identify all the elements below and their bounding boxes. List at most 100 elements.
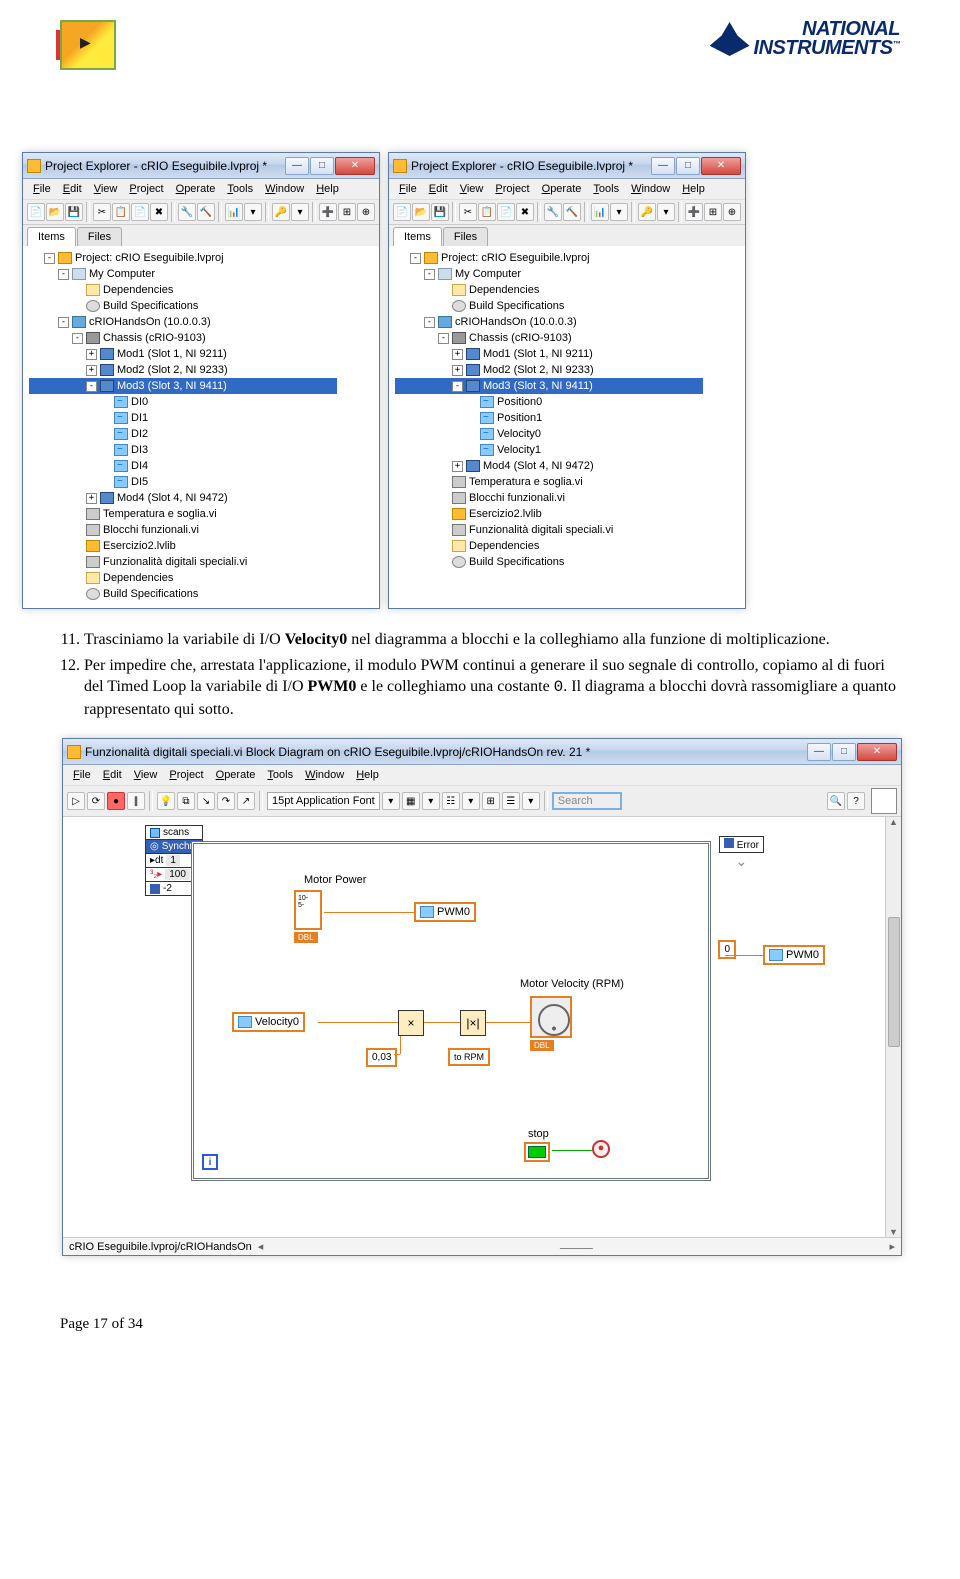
tree-item[interactable]: -Mod3 (Slot 3, NI 9411) [29,378,337,394]
tree-item[interactable]: Position0 [395,394,703,410]
tree-expander[interactable]: - [58,317,69,328]
tree-item[interactable]: Position1 [395,410,703,426]
tab-items[interactable]: Items [27,227,76,246]
highlight-button[interactable]: 💡 [157,792,175,810]
tree-item[interactable]: Velocity1 [395,442,703,458]
tree-item[interactable]: Esercizio2.lvlib [29,538,337,554]
tree-item[interactable]: Build Specifications [395,554,703,570]
tree-item[interactable]: -My Computer [29,266,337,282]
pe-menubar[interactable]: FileEditViewProjectOperateToolsWindowHel… [23,179,379,200]
menu-help[interactable]: Help [676,181,711,197]
tree-expander[interactable]: - [44,253,55,264]
menu-operate[interactable]: Operate [210,767,262,783]
toolbar-btn[interactable]: ▾ [291,203,309,221]
tree-item[interactable]: Funzionalità digitali speciali.vi [395,522,703,538]
bd-titlebar[interactable]: Funzionalità digitali speciali.vi Block … [63,739,901,765]
close-button[interactable]: ✕ [701,157,741,175]
tab-files[interactable]: Files [77,227,122,246]
tree-item[interactable]: DI3 [29,442,337,458]
tree-item[interactable]: +Mod4 (Slot 4, NI 9472) [395,458,703,474]
tree-expander[interactable]: - [424,269,435,280]
retain-button[interactable]: ⧉ [177,792,195,810]
tree-item[interactable]: DI0 [29,394,337,410]
tree-expander[interactable]: + [452,461,463,472]
font-dropdown[interactable]: ▾ [382,792,400,810]
toolbar-btn[interactable]: ▾ [657,203,675,221]
tree-item[interactable]: Dependencies [29,282,337,298]
tree-item[interactable]: DI1 [29,410,337,426]
tree-item[interactable]: Funzionalità digitali speciali.vi [29,554,337,570]
help-button[interactable]: 🔍 [827,792,845,810]
cleanup-button[interactable]: ⊞ [482,792,500,810]
toolbar-btn[interactable]: ⊞ [704,203,722,221]
toolbar-btn[interactable]: ➕ [685,203,703,221]
toolbar-btn[interactable]: 📊 [225,203,243,221]
tree-expander[interactable]: - [58,269,69,280]
toolbar-btn[interactable]: ✂ [93,203,111,221]
menu-tools[interactable]: Tools [587,181,625,197]
menu-window[interactable]: Window [299,767,350,783]
align-button[interactable]: ▦ [402,792,420,810]
tree-item[interactable]: Blocchi funzionali.vi [29,522,337,538]
pe-tabs[interactable]: ItemsFiles [23,225,379,246]
minimize-button[interactable]: — [285,157,309,175]
tree-expander[interactable]: - [86,381,97,392]
tree-item[interactable]: +Mod4 (Slot 4, NI 9472) [29,490,337,506]
tree-item[interactable]: -cRIOHandsOn (10.0.0.3) [29,314,337,330]
minimize-button[interactable]: — [807,743,831,761]
menu-edit[interactable]: Edit [97,767,128,783]
pause-button[interactable]: ∥ [127,792,145,810]
close-button[interactable]: ✕ [857,743,897,761]
toolbar-btn[interactable]: ⊕ [357,203,375,221]
tree-item[interactable]: Build Specifications [395,298,703,314]
menu-view[interactable]: View [128,767,164,783]
run-button[interactable]: ▷ [67,792,85,810]
multiply-fn[interactable]: × [398,1010,424,1036]
toolbar-btn[interactable]: 📄 [497,203,515,221]
toolbar-btn[interactable]: 📄 [393,203,411,221]
block-diagram-canvas[interactable]: scans ◎Synchro ▸dt1 ³₂▸100 -2 Error ⌄ Mo… [63,817,901,1237]
menu-window[interactable]: Window [625,181,676,197]
toolbar-btn[interactable]: 🔧 [544,203,562,221]
toolbar-btn[interactable]: 📂 [46,203,64,221]
tree-item[interactable]: -Chassis (cRIO-9103) [29,330,337,346]
tree-item[interactable]: Build Specifications [29,298,337,314]
tree-expander[interactable]: + [86,349,97,360]
toolbar-btn[interactable]: 📄 [27,203,45,221]
tree-expander[interactable]: - [452,381,463,392]
horizontal-scrollbar[interactable]: ⎼⎼⎼ [263,1240,889,1253]
tab-files[interactable]: Files [443,227,488,246]
tree-item[interactable]: +Mod2 (Slot 2, NI 9233) [29,362,337,378]
toolbar-btn[interactable]: 🔑 [272,203,290,221]
toolbar-btn[interactable]: 🔨 [563,203,581,221]
tree-expander[interactable]: - [72,333,83,344]
stop-control[interactable] [524,1142,550,1162]
menu-operate[interactable]: Operate [536,181,588,197]
toolbar-btn[interactable]: 📄 [131,203,149,221]
toolbar-btn[interactable]: 💾 [65,203,83,221]
context-help-button[interactable]: ? [847,792,865,810]
reorder-button[interactable]: ☰ [502,792,520,810]
tree-expander[interactable]: - [438,333,449,344]
tree-item[interactable]: Dependencies [395,282,703,298]
tree-item[interactable]: +Mod1 (Slot 1, NI 9211) [395,346,703,362]
menu-file[interactable]: File [67,767,97,783]
pe-titlebar[interactable]: Project Explorer - cRIO Eseguibile.lvpro… [389,153,745,179]
motor-velocity-indicator[interactable] [530,996,572,1038]
step-out-button[interactable]: ↗ [237,792,255,810]
pe-tabs[interactable]: ItemsFiles [389,225,745,246]
vi-icon[interactable] [871,788,897,814]
pe-toolbar[interactable]: 📄📂💾✂📋📄✖🔧🔨📊▾🔑▾➕⊞⊕ [389,200,745,225]
tree-item[interactable]: -Mod3 (Slot 3, NI 9411) [395,378,703,394]
menu-edit[interactable]: Edit [423,181,454,197]
run-cont-button[interactable]: ⟳ [87,792,105,810]
menu-project[interactable]: Project [163,767,209,783]
abs-fn[interactable]: |×| [460,1010,486,1036]
tree-item[interactable]: Esercizio2.lvlib [395,506,703,522]
zero-constant[interactable]: 0 [718,940,736,959]
toolbar-btn[interactable]: 🔑 [638,203,656,221]
toolbar-btn[interactable]: ✖ [516,203,534,221]
search-input[interactable]: Search [552,792,622,810]
abort-button[interactable]: ● [107,792,125,810]
toolbar-btn[interactable]: ▾ [610,203,628,221]
